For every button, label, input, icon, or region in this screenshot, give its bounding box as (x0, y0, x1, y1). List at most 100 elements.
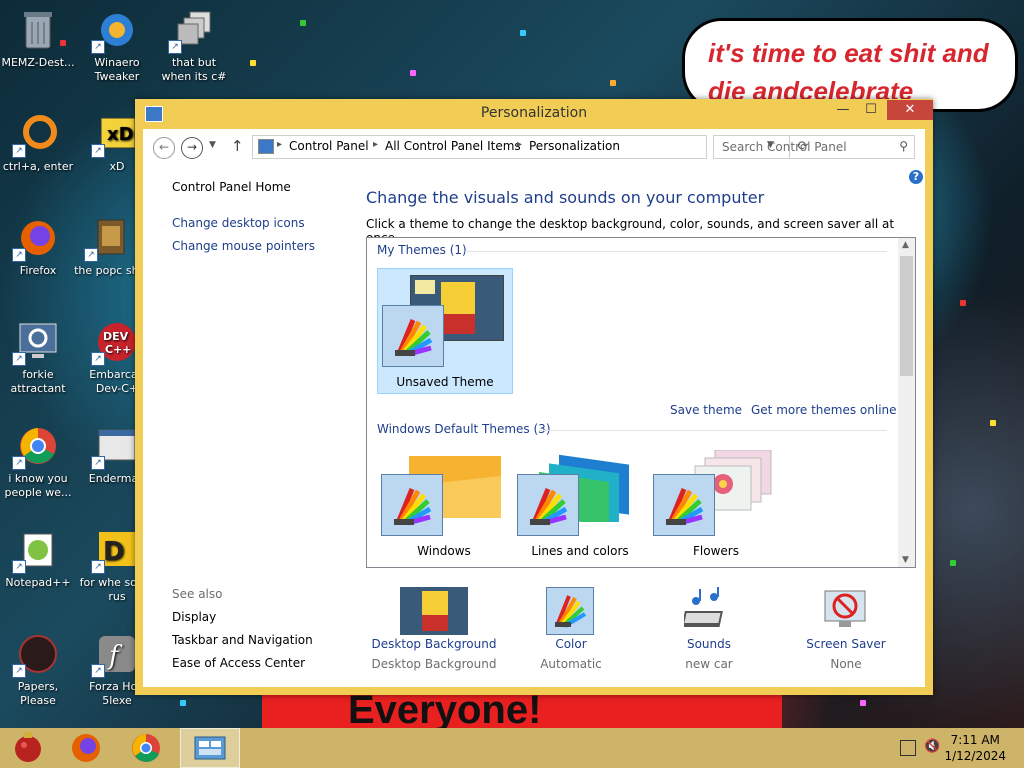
breadcrumb-control-panel[interactable]: Control Panel (289, 139, 369, 153)
sounds-label[interactable]: Sounds (644, 637, 774, 651)
taskbar-chrome[interactable] (118, 728, 178, 768)
maximize-button[interactable]: ☐ (857, 100, 885, 120)
desktop-icon-memz[interactable]: MEMZ-Dest... (0, 8, 76, 70)
shortcut-arrow-icon: ↗ (91, 144, 105, 158)
confetti (410, 70, 416, 76)
breadcrumb-separator-icon[interactable]: ▸ (517, 139, 522, 150)
desktop-icon-winaero[interactable]: ↗ Winaero Tweaker (79, 8, 155, 84)
control-panel-home-link[interactable]: Control Panel Home (172, 180, 291, 194)
color-palette-icon (653, 474, 715, 536)
theme-tile-unsaved[interactable]: Unsaved Theme (377, 268, 513, 394)
breadcrumb-separator-icon[interactable]: ▸ (277, 139, 282, 150)
start-orb-icon (15, 732, 41, 762)
confetti (520, 30, 526, 36)
shortcut-arrow-icon: ↗ (91, 40, 105, 54)
taskbar-navigation-link[interactable]: Taskbar and Navigation (172, 633, 313, 647)
search-icon[interactable]: ⚲ (899, 139, 908, 153)
up-button[interactable]: ↑ (231, 137, 244, 155)
recycle-bin-icon (16, 8, 60, 52)
forward-button[interactable]: → (181, 137, 203, 159)
orange-ring-icon: ↗ (12, 112, 60, 158)
my-themes-heading: My Themes (1) (377, 243, 467, 257)
taskbar-control-panel[interactable] (180, 728, 240, 768)
desktop-icon-label: MEMZ-Dest... (1, 56, 75, 69)
scroll-up-arrow-icon[interactable]: ▲ (902, 240, 909, 250)
shortcut-arrow-icon: ↗ (84, 248, 98, 262)
display-link[interactable]: Display (172, 610, 216, 624)
breadcrumb-all-items[interactable]: All Control Panel Items (385, 139, 521, 153)
theme-tile-flowers[interactable]: Flowers (649, 448, 783, 567)
window-screenshot-icon: ↗ (91, 424, 139, 470)
clock-date: 1/12/2024 (944, 749, 1006, 763)
theme-name: Lines and colors (531, 544, 629, 558)
desktop-background-icon (400, 587, 468, 635)
desktop-icon-forkie[interactable]: ↗ forkie attractant (0, 320, 76, 396)
color-palette-icon (517, 474, 579, 536)
shortcut-arrow-icon: ↗ (168, 40, 182, 54)
color-label[interactable]: Color (506, 637, 636, 651)
svg-text:xD: xD (107, 124, 134, 145)
video-file-icon: ↗ (84, 216, 132, 262)
letter-d-icon: D ↗ (91, 528, 139, 574)
title-bar[interactable]: Personalization — ☐ ✕ (135, 99, 933, 129)
desktop-icon-label: Winaero Tweaker (94, 56, 140, 83)
shortcut-arrow-icon: ↗ (12, 144, 26, 158)
confetti (180, 700, 186, 706)
firefox-icon: ↗ (12, 216, 60, 262)
desktop-icon-notepadpp[interactable]: ↗ Notepad++ (0, 528, 76, 590)
start-button[interactable] (0, 728, 60, 768)
window-title: Personalization (480, 105, 588, 121)
desktop-icon-label: that but when its c# (161, 56, 227, 83)
get-more-themes-link[interactable]: Get more themes online (751, 403, 897, 417)
desktop-icon-label: Notepad++ (5, 576, 71, 589)
scroll-down-arrow-icon[interactable]: ▼ (902, 555, 909, 565)
theme-name: Flowers (693, 544, 739, 558)
scrollbar-thumb[interactable] (900, 256, 913, 376)
volume-muted-icon[interactable]: 🔇 (924, 739, 940, 754)
sounds-icon (684, 587, 723, 627)
minimize-button[interactable]: — (829, 100, 857, 120)
breadcrumb-personalization[interactable]: Personalization (529, 139, 620, 153)
screen-saver-icon (824, 590, 866, 627)
breadcrumb-separator-icon[interactable]: ▸ (373, 139, 378, 150)
system-clock[interactable]: 7:11 AM 1/12/2024 (944, 732, 1006, 764)
xd-icon: xD ↗ (91, 112, 139, 158)
desktop-background-label[interactable]: Desktop Background (369, 637, 499, 651)
shortcut-arrow-icon: ↗ (12, 456, 26, 470)
change-desktop-icons-link[interactable]: Change desktop icons (172, 216, 305, 230)
gear-monitor-icon: ↗ (12, 320, 60, 366)
theme-tile-windows[interactable]: Windows (377, 448, 511, 567)
ease-of-access-link[interactable]: Ease of Access Center (172, 656, 305, 670)
close-button[interactable]: ✕ (887, 100, 933, 120)
desktop-icon-csharp[interactable]: ↗ that but when its c# (156, 8, 232, 84)
themes-scrollbar[interactable]: ▲ ▼ (898, 238, 915, 567)
color-palette-icon (546, 587, 594, 635)
color-palette-icon (381, 474, 443, 536)
desktop-icon-chrome[interactable]: ↗ i know you people we... (0, 424, 76, 500)
theme-name: Windows (417, 544, 471, 558)
search-input[interactable]: Search Control Panel ⚲ (713, 135, 915, 159)
confetti (300, 20, 306, 26)
recent-locations-dropdown-icon[interactable]: ▼ (209, 140, 216, 150)
desktop-icon-papers-please[interactable]: ↗ Papers, Please (0, 632, 76, 708)
change-mouse-pointers-link[interactable]: Change mouse pointers (172, 239, 315, 253)
save-theme-link[interactable]: Save theme (670, 403, 742, 417)
address-bar[interactable]: ▸ Control Panel ▸ All Control Panel Item… (252, 135, 808, 159)
theme-tile-lines-and-colors[interactable]: Lines and colors (513, 448, 647, 567)
control-panel-icon (194, 736, 226, 760)
help-icon[interactable]: ? (909, 170, 923, 184)
shortcut-arrow-icon: ↗ (12, 352, 26, 366)
color-palette-icon (382, 305, 444, 367)
winaero-icon: ↗ (91, 8, 139, 54)
desktop-icon-label: forkie attractant (10, 368, 66, 395)
taskbar-firefox[interactable] (58, 728, 118, 768)
desktop-icon-firefox[interactable]: ↗ Firefox (0, 216, 76, 278)
shortcut-arrow-icon: ↗ (12, 560, 26, 574)
taskbar: 🔇 7:11 AM 1/12/2024 (0, 728, 1024, 768)
group-divider (465, 251, 887, 252)
network-icon[interactable] (900, 740, 916, 756)
desktop-icon-ctrl-a[interactable]: ↗ ctrl+a, enter (0, 112, 76, 174)
back-button[interactable]: ← (153, 137, 175, 159)
window-client-area: ← → ▼ ↑ ▸ Control Panel ▸ All Control Pa… (143, 129, 925, 687)
screen-saver-label[interactable]: Screen Saver (781, 637, 911, 651)
